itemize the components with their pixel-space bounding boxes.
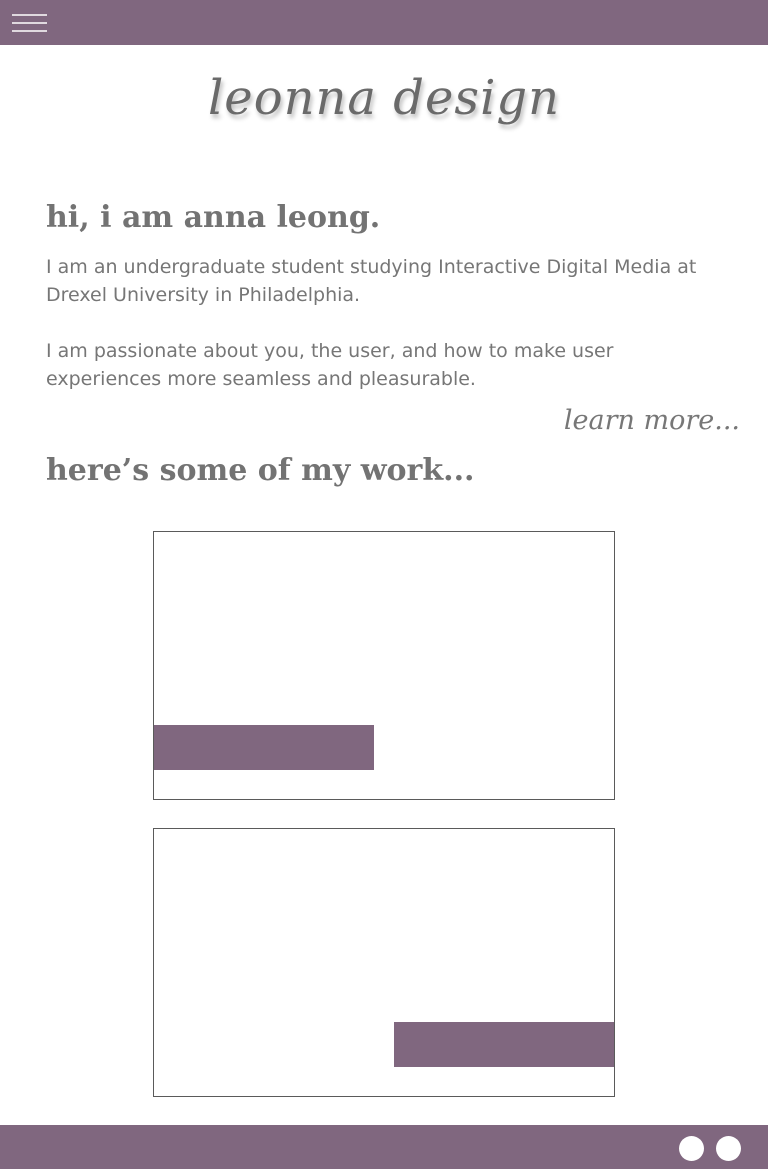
project-card-1[interactable] [153, 531, 615, 800]
intro-heading: hi, i am anna leong. [46, 200, 381, 235]
top-navigation-bar [0, 0, 768, 45]
intro-paragraph-2: I am passionate about you, the user, and… [46, 340, 614, 390]
project-card-1-label[interactable] [154, 725, 374, 770]
project-card-2[interactable] [153, 828, 615, 1097]
hamburger-menu-icon[interactable] [12, 13, 47, 33]
social-circle-icon[interactable] [716, 1136, 741, 1161]
project-card-2-label[interactable] [394, 1022, 614, 1067]
intro-paragraph-1: I am an undergraduate student studying I… [46, 256, 697, 306]
work-section-heading: here’s some of my work... [46, 453, 475, 488]
social-circle-icon[interactable] [679, 1136, 704, 1161]
footer-bar [0, 1125, 768, 1169]
learn-more-link[interactable]: learn more... [564, 405, 740, 436]
site-logo[interactable]: leonna design [0, 70, 768, 126]
